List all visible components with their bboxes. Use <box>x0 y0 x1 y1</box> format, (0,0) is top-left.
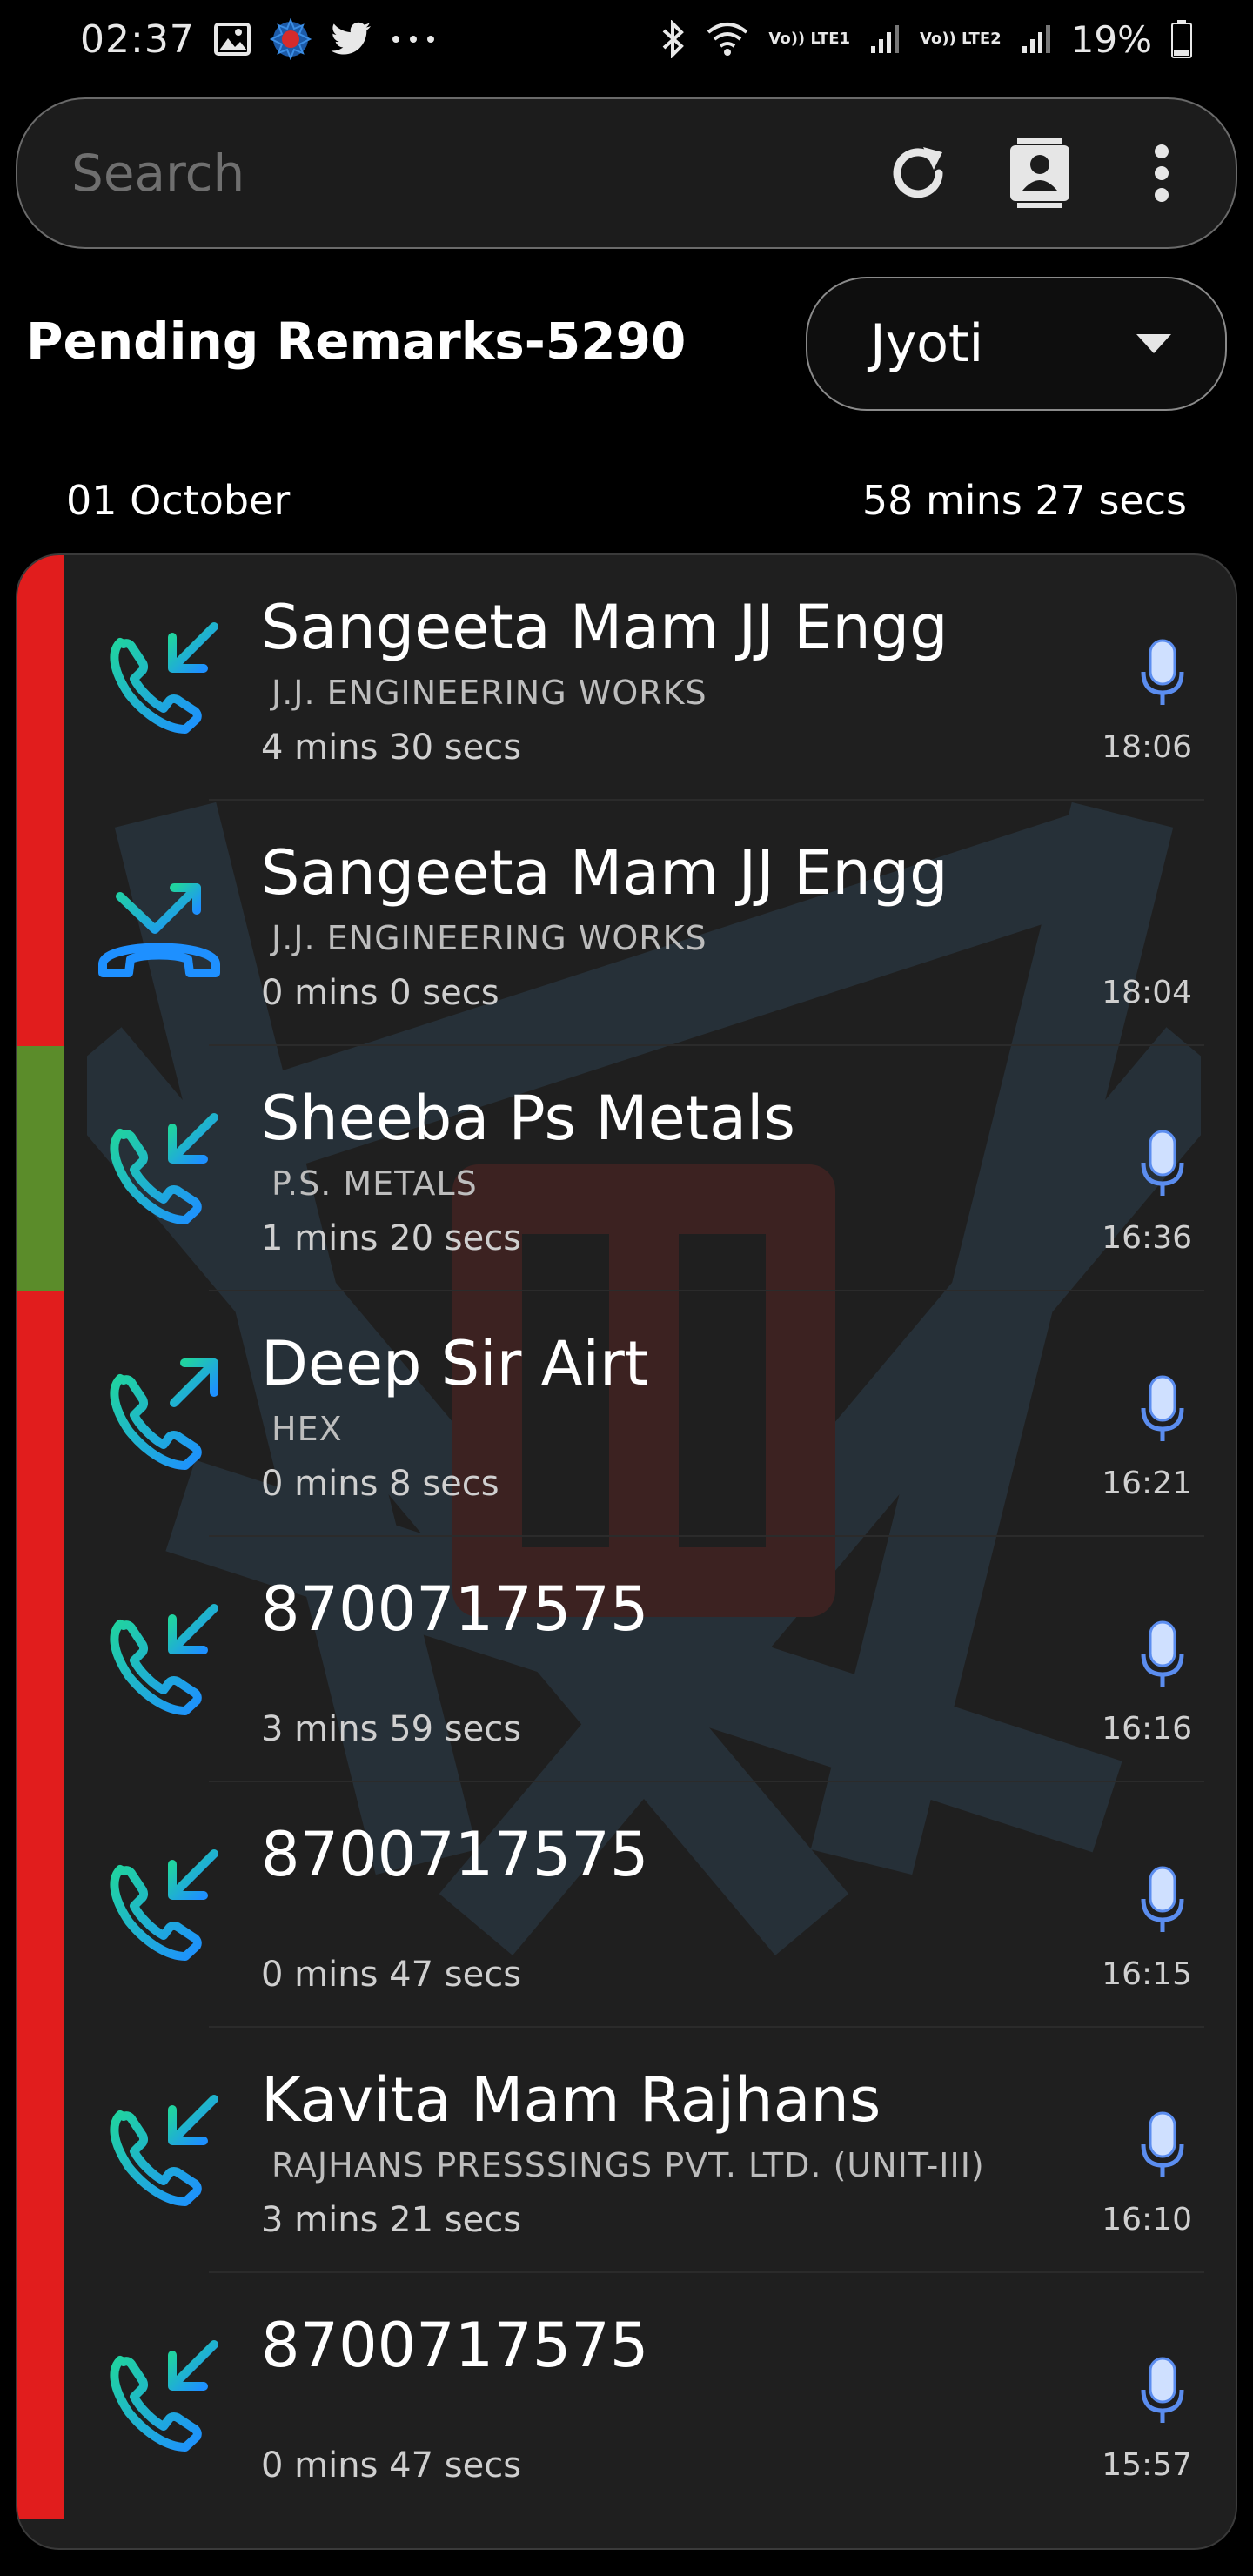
company-name: J.J. ENGINEERING WORKS <box>271 674 707 712</box>
microphone-icon[interactable] <box>1138 2111 1187 2181</box>
contact-name: 8700717575 <box>261 1819 649 1890</box>
search-bar <box>16 97 1237 249</box>
incoming-call-icon <box>94 1598 224 1728</box>
twitter-icon <box>331 22 372 57</box>
sim2-label: Vo)) LTE2 <box>920 30 1002 48</box>
status-stripe <box>17 1046 64 1291</box>
status-stripe <box>17 2028 64 2273</box>
company-name: P.S. METALS <box>271 1164 478 1203</box>
sim1-label: Vo)) LTE1 <box>768 30 851 48</box>
microphone-icon[interactable] <box>1138 1866 1187 1935</box>
battery-percent: 19% <box>1070 17 1152 61</box>
header-row: Pending Remarks-5290 Jyoti <box>0 277 1253 416</box>
microphone-icon[interactable] <box>1138 639 1187 708</box>
missed-outgoing-call-icon <box>94 862 224 992</box>
pending-remarks-title: Pending Remarks-5290 <box>26 312 687 371</box>
more-options-button[interactable] <box>1122 134 1201 212</box>
status-time: 02:37 <box>80 17 195 62</box>
call-row[interactable]: Sangeeta Mam JJ Engg J.J. ENGINEERING WOR… <box>17 555 1236 801</box>
microphone-icon[interactable] <box>1138 1130 1187 1199</box>
contact-name: 8700717575 <box>261 1573 649 1645</box>
call-duration: 0 mins 47 secs <box>261 1955 522 1995</box>
call-time: 15:57 <box>1102 2447 1192 2483</box>
call-duration: 1 mins 20 secs <box>261 1218 522 1258</box>
outgoing-call-icon <box>94 1352 224 1483</box>
status-left: 02:37 <box>80 17 435 62</box>
caret-down-icon <box>1136 334 1171 353</box>
contacts-button[interactable] <box>1001 134 1079 212</box>
call-row[interactable]: 8700717575 0 mins 47 secs 15:57 <box>17 2273 1236 2519</box>
status-stripe <box>17 2273 64 2519</box>
wifi-icon <box>706 22 749 57</box>
microphone-icon[interactable] <box>1138 1620 1187 1690</box>
call-duration: 0 mins 8 secs <box>261 1464 499 1504</box>
incoming-call-icon <box>94 2089 224 2219</box>
search-actions <box>879 134 1201 212</box>
status-stripe <box>17 801 64 1046</box>
more-notifications-icon <box>392 35 435 44</box>
call-time: 16:16 <box>1102 1711 1192 1747</box>
user-dropdown[interactable]: Jyoti <box>806 277 1227 411</box>
user-dropdown-value: Jyoti <box>870 313 984 374</box>
kebab-menu-icon <box>1155 144 1169 202</box>
call-duration: 0 mins 0 secs <box>261 973 499 1013</box>
call-row[interactable]: 8700717575 3 mins 59 secs 16:16 <box>17 1537 1236 1782</box>
call-row[interactable]: Deep Sir Airt HEX 0 mins 8 secs 16:21 <box>17 1291 1236 1537</box>
call-time: 18:06 <box>1102 729 1192 765</box>
contact-name: Kavita Mam Rajhans <box>261 2064 881 2136</box>
call-row[interactable]: Kavita Mam Rajhans RAJHANS PRESSSINGS PVT… <box>17 2028 1236 2273</box>
contact-name: Deep Sir Airt <box>261 1328 649 1399</box>
contact-name: Sangeeta Mam JJ Engg <box>261 837 948 909</box>
company-name: J.J. ENGINEERING WORKS <box>271 919 707 957</box>
contact-book-icon <box>1010 138 1069 208</box>
status-stripe <box>17 1537 64 1782</box>
call-time: 16:15 <box>1102 1956 1192 1992</box>
microphone-icon[interactable] <box>1138 2357 1187 2426</box>
date-label: 01 October <box>66 477 291 524</box>
company-name: HEX <box>271 1410 343 1448</box>
search-input[interactable] <box>71 144 879 203</box>
call-time: 18:04 <box>1102 975 1192 1010</box>
contact-name: Sheeba Ps Metals <box>261 1083 795 1154</box>
bluetooth-icon <box>660 20 687 58</box>
contact-name: Sangeeta Mam JJ Engg <box>261 592 948 663</box>
call-row[interactable]: Sangeeta Mam JJ Engg J.J. ENGINEERING WOR… <box>17 801 1236 1046</box>
battery-icon <box>1171 20 1192 58</box>
incoming-call-icon <box>94 616 224 747</box>
company-name: RAJHANS PRESSSINGS PVT. LTD. (UNIT-III) <box>271 2146 985 2184</box>
call-list: Sangeeta Mam JJ Engg J.J. ENGINEERING WOR… <box>16 553 1237 2550</box>
call-time: 16:21 <box>1102 1466 1192 1501</box>
refresh-icon <box>893 147 943 198</box>
call-duration: 4 mins 30 secs <box>261 728 522 768</box>
app-logo-icon <box>269 18 312 60</box>
status-bar: 02:37 Vo)) LTE1 Vo)) LTE2 19% <box>0 0 1253 78</box>
status-right: Vo)) LTE1 Vo)) LTE2 19% <box>660 18 1192 61</box>
image-icon <box>213 23 251 56</box>
signal-icon <box>1021 23 1052 55</box>
status-stripe <box>17 555 64 801</box>
status-stripe <box>17 1291 64 1537</box>
call-duration: 0 mins 47 secs <box>261 2445 522 2485</box>
call-row[interactable]: 8700717575 0 mins 47 secs 16:15 <box>17 1782 1236 2028</box>
refresh-button[interactable] <box>879 134 957 212</box>
call-row[interactable]: Sheeba Ps Metals P.S. METALS 1 mins 20 sec… <box>17 1046 1236 1291</box>
call-time: 16:36 <box>1102 1220 1192 1256</box>
incoming-call-icon <box>94 2334 224 2465</box>
contact-name: 8700717575 <box>261 2310 649 2381</box>
call-duration: 3 mins 21 secs <box>261 2200 522 2240</box>
signal-icon <box>869 23 901 55</box>
microphone-icon[interactable] <box>1138 1375 1187 1445</box>
call-duration: 3 mins 59 secs <box>261 1709 522 1749</box>
incoming-call-icon <box>94 1107 224 1238</box>
date-summary-row: 01 October 58 mins 27 secs <box>0 470 1253 531</box>
status-stripe <box>17 1782 64 2028</box>
total-duration: 58 mins 27 secs <box>861 477 1187 524</box>
incoming-call-icon <box>94 1843 224 1974</box>
call-time: 16:10 <box>1102 2202 1192 2237</box>
